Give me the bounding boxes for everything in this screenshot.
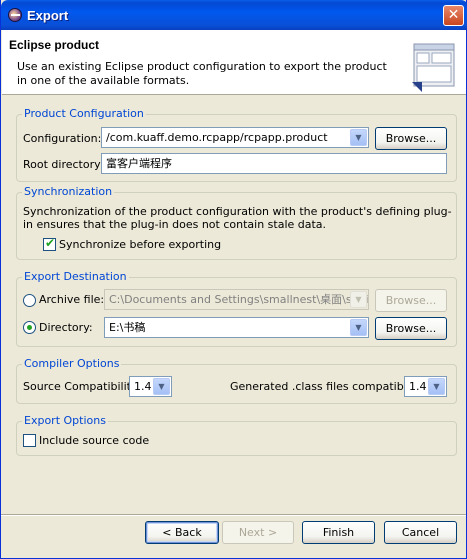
include-source-label[interactable]: Include source code [39,434,149,447]
root-directory-label: Root directory: [23,158,104,171]
synchronize-checkbox-label[interactable]: Synchronize before exporting [59,238,221,251]
synchronization-description: Synchronization of the product configura… [23,205,452,231]
radio-selected-dot [27,325,32,330]
archive-file-combo[interactable]: C:\Documents and Settings\smallnest\桌面\s… [104,289,369,310]
export-wizard-banner-icon [412,43,455,92]
title-bar[interactable]: Export ✕ [1,0,467,30]
archive-file-radio[interactable] [23,294,36,307]
directory-browse-button[interactable]: Browse... [375,317,447,340]
directory-combo[interactable]: E:\书稿 ▼ [104,317,369,338]
eclipse-icon [8,8,22,22]
directory-label[interactable]: Directory: [39,321,93,334]
chevron-down-icon[interactable]: ▼ [153,378,170,395]
directory-radio[interactable] [23,321,36,334]
source-compatibility-combo[interactable]: 1.4 ▼ [129,376,172,397]
compiler-options-legend: Compiler Options [22,357,122,371]
chevron-down-icon[interactable]: ▼ [350,319,367,336]
configuration-browse-button[interactable]: Browse... [375,127,447,150]
root-directory-input[interactable]: 富客户端程序 [101,153,447,174]
export-destination-legend: Export Destination [22,270,129,284]
directory-value: E:\书稿 [109,321,146,334]
archive-file-value: C:\Documents and Settings\smallnest\桌面\s… [109,293,369,306]
wizard-header: Eclipse product Use an existing Eclipse … [2,30,466,95]
source-compatibility-value: 1.4 [134,380,152,393]
generated-class-compatibility-value: 1.4 [409,380,427,393]
product-configuration-legend: Product Configuration [22,107,146,121]
cancel-button[interactable]: Cancel [384,521,457,544]
chevron-down-icon[interactable]: ▼ [428,378,445,395]
configuration-combo[interactable]: /com.kuaff.demo.rcpapp/rcpapp.product ▼ [101,127,369,148]
configuration-label: Configuration: [23,132,102,145]
synchronization-legend: Synchronization [22,185,115,199]
window-title: Export [27,8,69,23]
page-title: Eclipse product [9,38,100,52]
source-compatibility-label: Source Compatibility: [23,380,141,393]
checkmark-icon: ✔ [45,236,56,250]
export-options-legend: Export Options [22,414,108,428]
archive-file-label[interactable]: Archive file: [39,293,104,306]
generated-class-compatibility-combo[interactable]: 1.4 ▼ [404,376,447,397]
archive-browse-button[interactable]: Browse... [375,289,447,312]
include-source-checkbox[interactable] [23,434,36,447]
page-description: Use an existing Eclipse product configur… [17,60,387,87]
footer-separator [1,514,466,516]
generated-class-compatibility-label: Generated .class files compatibility: [230,380,427,393]
next-button[interactable]: Next > [222,521,294,544]
chevron-down-icon[interactable]: ▼ [350,291,367,308]
back-button[interactable]: < Back [145,521,219,544]
chevron-down-icon[interactable]: ▼ [350,129,367,146]
export-dialog: Export ✕ Eclipse product Use an existing… [0,0,467,559]
synchronize-checkbox[interactable]: ✔ [43,236,56,251]
configuration-value: /com.kuaff.demo.rcpapp/rcpapp.product [106,131,328,144]
close-button[interactable]: ✕ [443,5,464,26]
finish-button[interactable]: Finish [302,521,375,544]
